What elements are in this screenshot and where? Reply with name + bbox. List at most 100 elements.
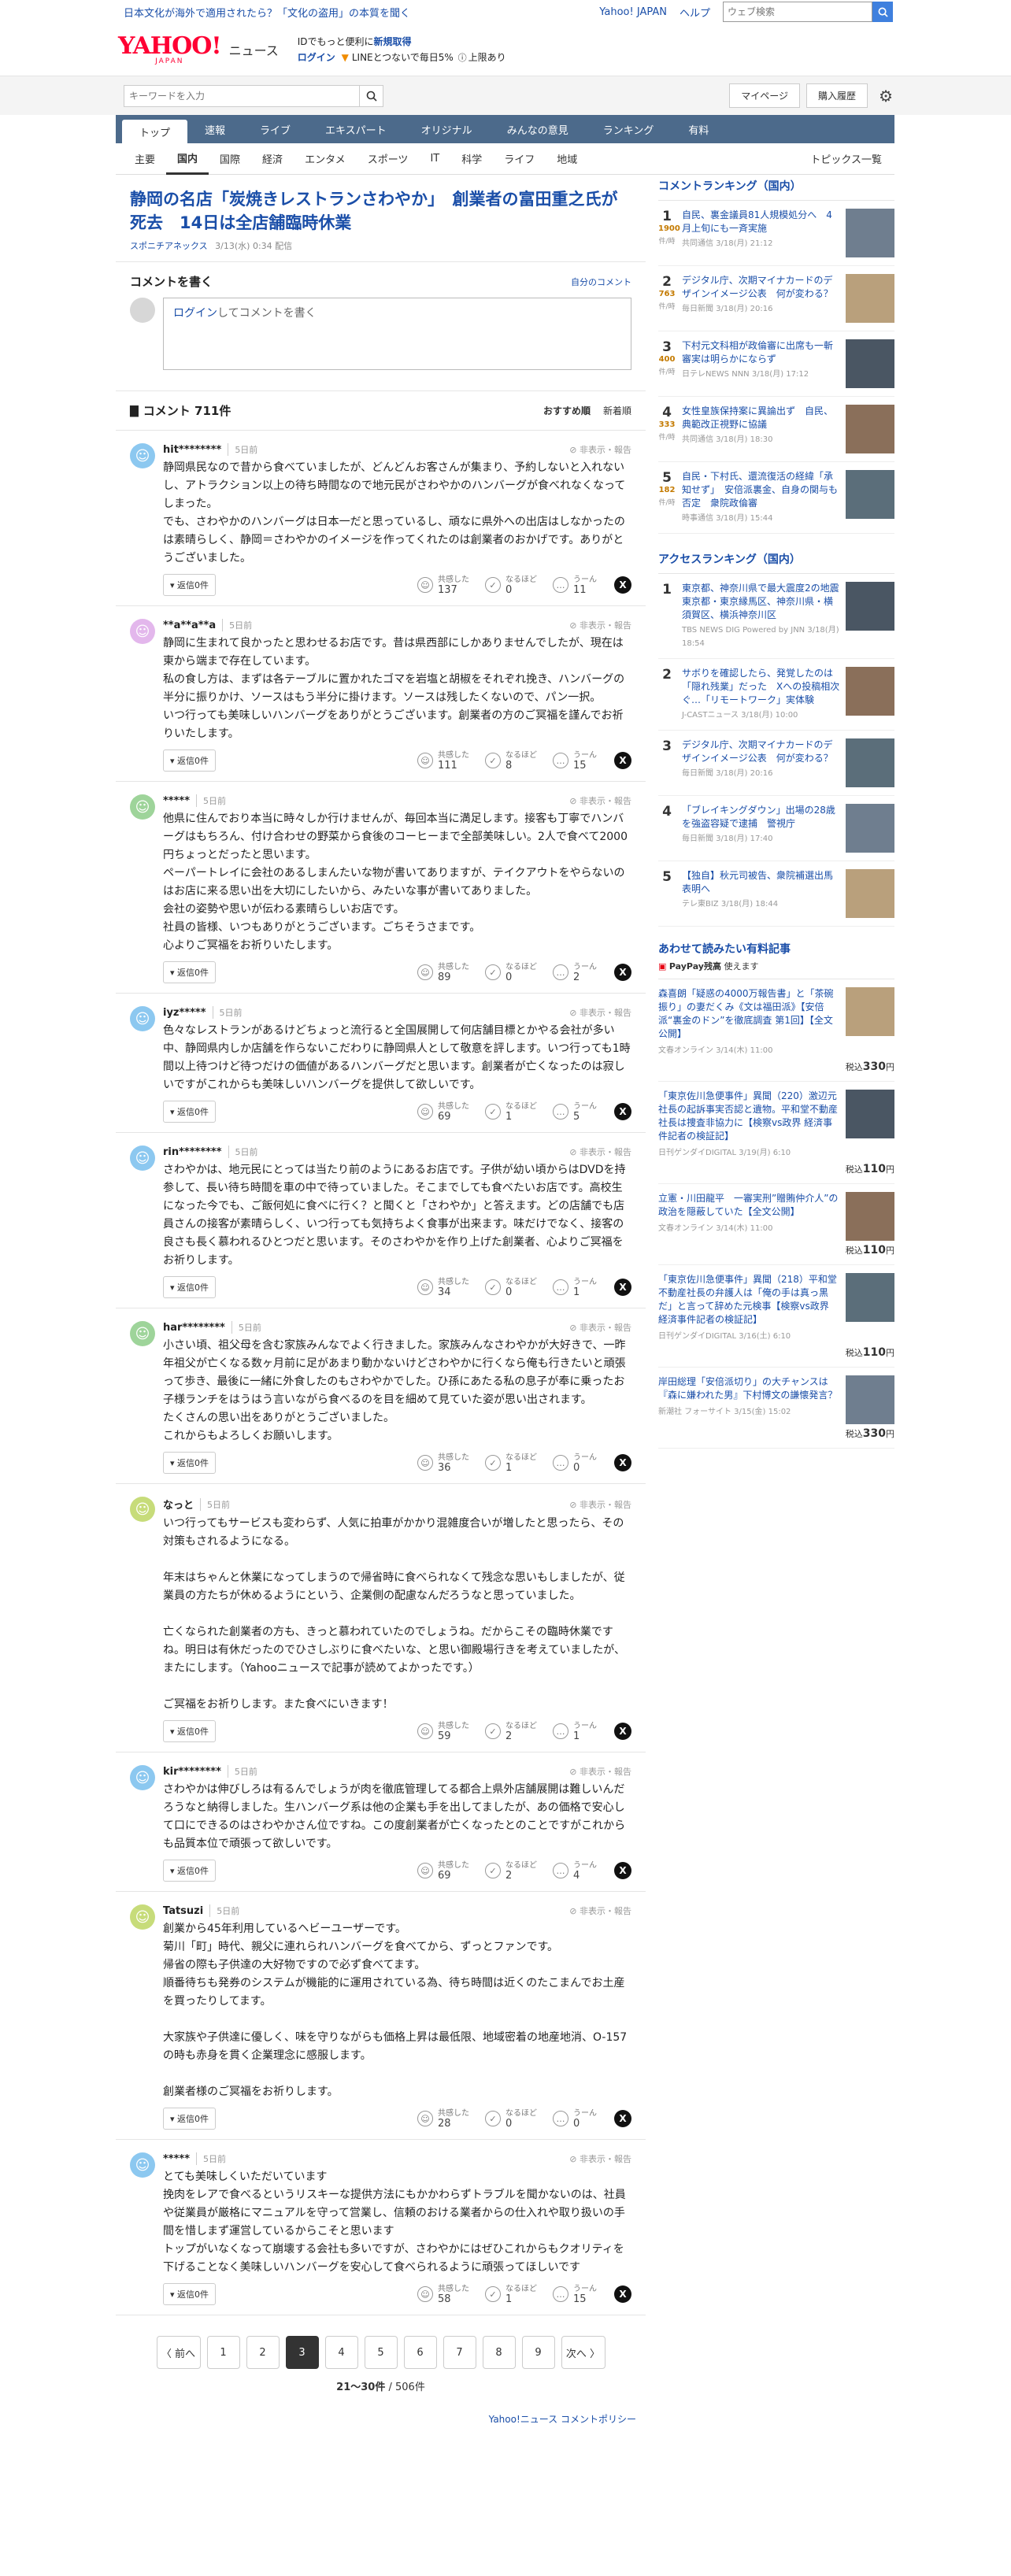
nav-item-6[interactable]: ランキング <box>586 115 672 143</box>
category-tab-2[interactable]: 国際 <box>209 143 251 175</box>
reaction-empathy[interactable]: ☺ 共感した 137 <box>417 575 469 595</box>
page-button-6[interactable]: 6 <box>403 2336 437 2369</box>
nav-item-1[interactable]: 速報 <box>187 115 243 143</box>
nav-item-7[interactable]: 有料 <box>671 115 726 143</box>
page-button-3[interactable]: 3 <box>285 2336 319 2369</box>
reaction-insight[interactable]: ✓ なるほど 2 <box>485 1860 537 1881</box>
comment-username[interactable]: ***** <box>163 795 190 807</box>
nav-item-5[interactable]: みんなの意見 <box>490 115 586 143</box>
reply-button[interactable]: ▾ 返信0件 <box>163 1860 217 1882</box>
access-ranking-item[interactable]: 1 東京都、神奈川県で最大震度2の地震 東京都・東京縁馬区、神奈川県・横須賀区、横… <box>658 574 894 659</box>
reaction-hmm[interactable]: … うーん 5 <box>553 1101 597 1122</box>
reaction-insight[interactable]: ✓ なるほど 1 <box>485 1453 537 1473</box>
page-button-1[interactable]: 1 <box>206 2336 240 2369</box>
keyword-search-button[interactable] <box>360 84 383 107</box>
register-link[interactable]: 新規取得 <box>374 36 412 47</box>
reply-button[interactable]: ▾ 返信0件 <box>163 749 217 772</box>
reaction-empathy[interactable]: ☺ 共感した 69 <box>417 1101 469 1122</box>
page-button-5[interactable]: 5 <box>364 2336 398 2369</box>
x-share-icon[interactable]: X <box>614 576 631 594</box>
page-button-8[interactable]: 8 <box>482 2336 516 2369</box>
reaction-empathy[interactable]: ☺ 共感した 89 <box>417 962 469 983</box>
reply-button[interactable]: ▾ 返信0件 <box>163 574 217 596</box>
nav-item-0[interactable]: トップ <box>122 120 188 143</box>
access-ranking-item[interactable]: 3 デジタル庁、次期マイナカードのデザインイメージ公表 何が変わる？ 毎日新聞 3/… <box>658 731 894 796</box>
reaction-empathy[interactable]: ☺ 共感した 58 <box>417 2284 469 2304</box>
paid-article-item[interactable]: 岸田総理「安倍派切り」の大チャンスは『森に嫌われた男』下村博文の謙懐発言？ 新潮社… <box>658 1368 894 1449</box>
access-ranking-item[interactable]: 5 【独自】秋元司被告、衆院補選出馬表明へ テレ東BIZ 3/18(月) 18:44 <box>658 861 894 927</box>
reply-button[interactable]: ▾ 返信0件 <box>163 1720 217 1742</box>
paid-headline[interactable]: 岸田総理「安倍派切り」の大チャンスは『森に嫌われた男』下村博文の謙懐発言？ <box>658 1375 841 1402</box>
comment-ranking-item[interactable]: 5 182 件/時 自民・下村氏、還流復活の経緯「承知せず」 安倍派裏金、自身の関与も… <box>658 462 894 534</box>
page-button-9[interactable]: 9 <box>521 2336 555 2369</box>
category-tab-3[interactable]: 経済 <box>251 143 294 175</box>
topics-list-link[interactable]: トピックス一覧 <box>799 143 894 175</box>
comment-ranking-item[interactable]: 4 333 件/時 女性皇族保持案に異論出ず 自民、典範改正視野に協議 共同通信 3/1… <box>658 397 894 462</box>
comment-login-link[interactable]: ログイン <box>173 307 217 320</box>
reaction-hmm[interactable]: … うーん 1 <box>553 1277 597 1297</box>
report-link[interactable]: ⊘ 非表示・報告 <box>569 1765 631 1778</box>
reaction-insight[interactable]: ✓ なるほど 0 <box>485 2108 537 2129</box>
report-link[interactable]: ⊘ 非表示・報告 <box>569 1146 631 1158</box>
reaction-hmm[interactable]: … うーん 15 <box>553 2284 597 2304</box>
reaction-hmm[interactable]: … うーん 0 <box>553 2108 597 2129</box>
nav-item-4[interactable]: オリジナル <box>404 115 490 143</box>
article-title[interactable]: 静岡の名店「炭焼きレストランさわやか」 創業者の富田重之氏が死去 14日は全店舗… <box>130 187 631 235</box>
comment-username[interactable]: rin******** <box>163 1146 222 1158</box>
x-share-icon[interactable]: X <box>614 2285 631 2303</box>
ranking-headline[interactable]: 東京都、神奈川県で最大震度2の地震 東京都・東京縁馬区、神奈川県・横須賀区、横浜… <box>682 582 849 622</box>
report-link[interactable]: ⊘ 非表示・報告 <box>569 443 631 456</box>
next-page-button[interactable]: 次へ 〉 <box>561 2336 605 2369</box>
category-tab-6[interactable]: IT <box>419 143 450 175</box>
reaction-insight[interactable]: ✓ なるほど 2 <box>485 1721 537 1741</box>
reaction-empathy[interactable]: ☺ 共感した 36 <box>417 1453 469 1473</box>
comment-username[interactable]: kir******** <box>163 1766 221 1778</box>
paid-headline[interactable]: 「東京佐川急便事件」異聞（218）平和堂不動産社長の弁護人は「俺の手は真っ黒だ」… <box>658 1273 841 1327</box>
category-tab-0[interactable]: 主要 <box>124 143 166 175</box>
report-link[interactable]: ⊘ 非表示・報告 <box>569 794 631 807</box>
reaction-hmm[interactable]: … うーん 2 <box>553 962 597 983</box>
reply-button[interactable]: ▾ 返信0件 <box>163 2283 217 2305</box>
reaction-insight[interactable]: ✓ なるほど 1 <box>485 1101 537 1122</box>
comment-input-box[interactable]: ログインしてコメントを書く <box>163 298 631 370</box>
help-link[interactable]: ヘルプ <box>680 5 710 20</box>
paid-headline[interactable]: 「東京佐川急便事件」異聞（220）激辺元社長の起訴事実否認と遺物。平和堂不動産社… <box>658 1090 841 1143</box>
reaction-empathy[interactable]: ☺ 共感した 34 <box>417 1277 469 1297</box>
comment-username[interactable]: hit******** <box>163 444 221 456</box>
reply-button[interactable]: ▾ 返信0件 <box>163 1276 217 1298</box>
report-link[interactable]: ⊘ 非表示・報告 <box>569 1321 631 1334</box>
top-promo-link[interactable]: 日本文化が海外で適用されたら？「文化の盗用」の本質を聞く <box>124 5 599 20</box>
reply-button[interactable]: ▾ 返信0件 <box>163 2108 217 2130</box>
access-ranking-item[interactable]: 2 サボりを確認したら、発覚したのは「隠れ残業」だった Xへの投稿相次ぐ…「リモー… <box>658 659 894 731</box>
comment-policy-link[interactable]: Yahoo!ニュース コメントポリシー <box>116 2393 646 2426</box>
reaction-empathy[interactable]: ☺ 共感した 69 <box>417 1860 469 1881</box>
ranking-headline[interactable]: サボりを確認したら、発覚したのは「隠れ残業」だった Xへの投稿相次ぐ…「リモート… <box>682 667 841 707</box>
news-brand[interactable]: ニュース <box>229 40 279 59</box>
reaction-hmm[interactable]: … うーん 11 <box>553 575 597 595</box>
reaction-insight[interactable]: ✓ なるほど 1 <box>485 2284 537 2304</box>
x-share-icon[interactable]: X <box>614 1862 631 1879</box>
reaction-hmm[interactable]: … うーん 0 <box>553 1453 597 1473</box>
paid-article-item[interactable]: 森喜朗「疑惑の4000万報告書」と「茶碗振り」の妻だくみ《文は福田派》【安倍派“… <box>658 979 894 1082</box>
comment-username[interactable]: iyz***** <box>163 1007 206 1019</box>
comment-username[interactable]: **a**a**a <box>163 620 216 631</box>
comment-ranking-item[interactable]: 1 1900 件/時 自民、裏金議員81人規模処分へ 4月上旬にも一斉実施 共同通信 3… <box>658 201 894 266</box>
nav-item-3[interactable]: エキスパート <box>308 115 404 143</box>
ranking-headline[interactable]: 下村元文科相が政倫審に出席も一斬審実は明らかにならず <box>682 339 841 366</box>
page-button-4[interactable]: 4 <box>324 2336 358 2369</box>
reaction-hmm[interactable]: … うーん 4 <box>553 1860 597 1881</box>
sort-recommended[interactable]: おすすめ順 <box>543 404 591 417</box>
x-share-icon[interactable]: X <box>614 1723 631 1740</box>
yahoo-japan-link[interactable]: Yahoo! JAPAN <box>599 6 667 18</box>
mypage-button[interactable]: マイページ <box>729 83 801 108</box>
reaction-insight[interactable]: ✓ なるほど 0 <box>485 962 537 983</box>
report-link[interactable]: ⊘ 非表示・報告 <box>569 2152 631 2165</box>
reaction-hmm[interactable]: … うーん 15 <box>553 750 597 771</box>
comment-username[interactable]: なっと <box>163 1497 194 1512</box>
report-link[interactable]: ⊘ 非表示・報告 <box>569 1006 631 1019</box>
x-share-icon[interactable]: X <box>614 752 631 769</box>
ranking-headline[interactable]: 「ブレイキングダウン」出場の28歳を強盗容疑で逮捕 警視庁 <box>682 804 841 831</box>
article-source[interactable]: スポニチアネックス <box>130 241 208 251</box>
reaction-insight[interactable]: ✓ なるほど 0 <box>485 575 537 595</box>
report-link[interactable]: ⊘ 非表示・報告 <box>569 1904 631 1917</box>
